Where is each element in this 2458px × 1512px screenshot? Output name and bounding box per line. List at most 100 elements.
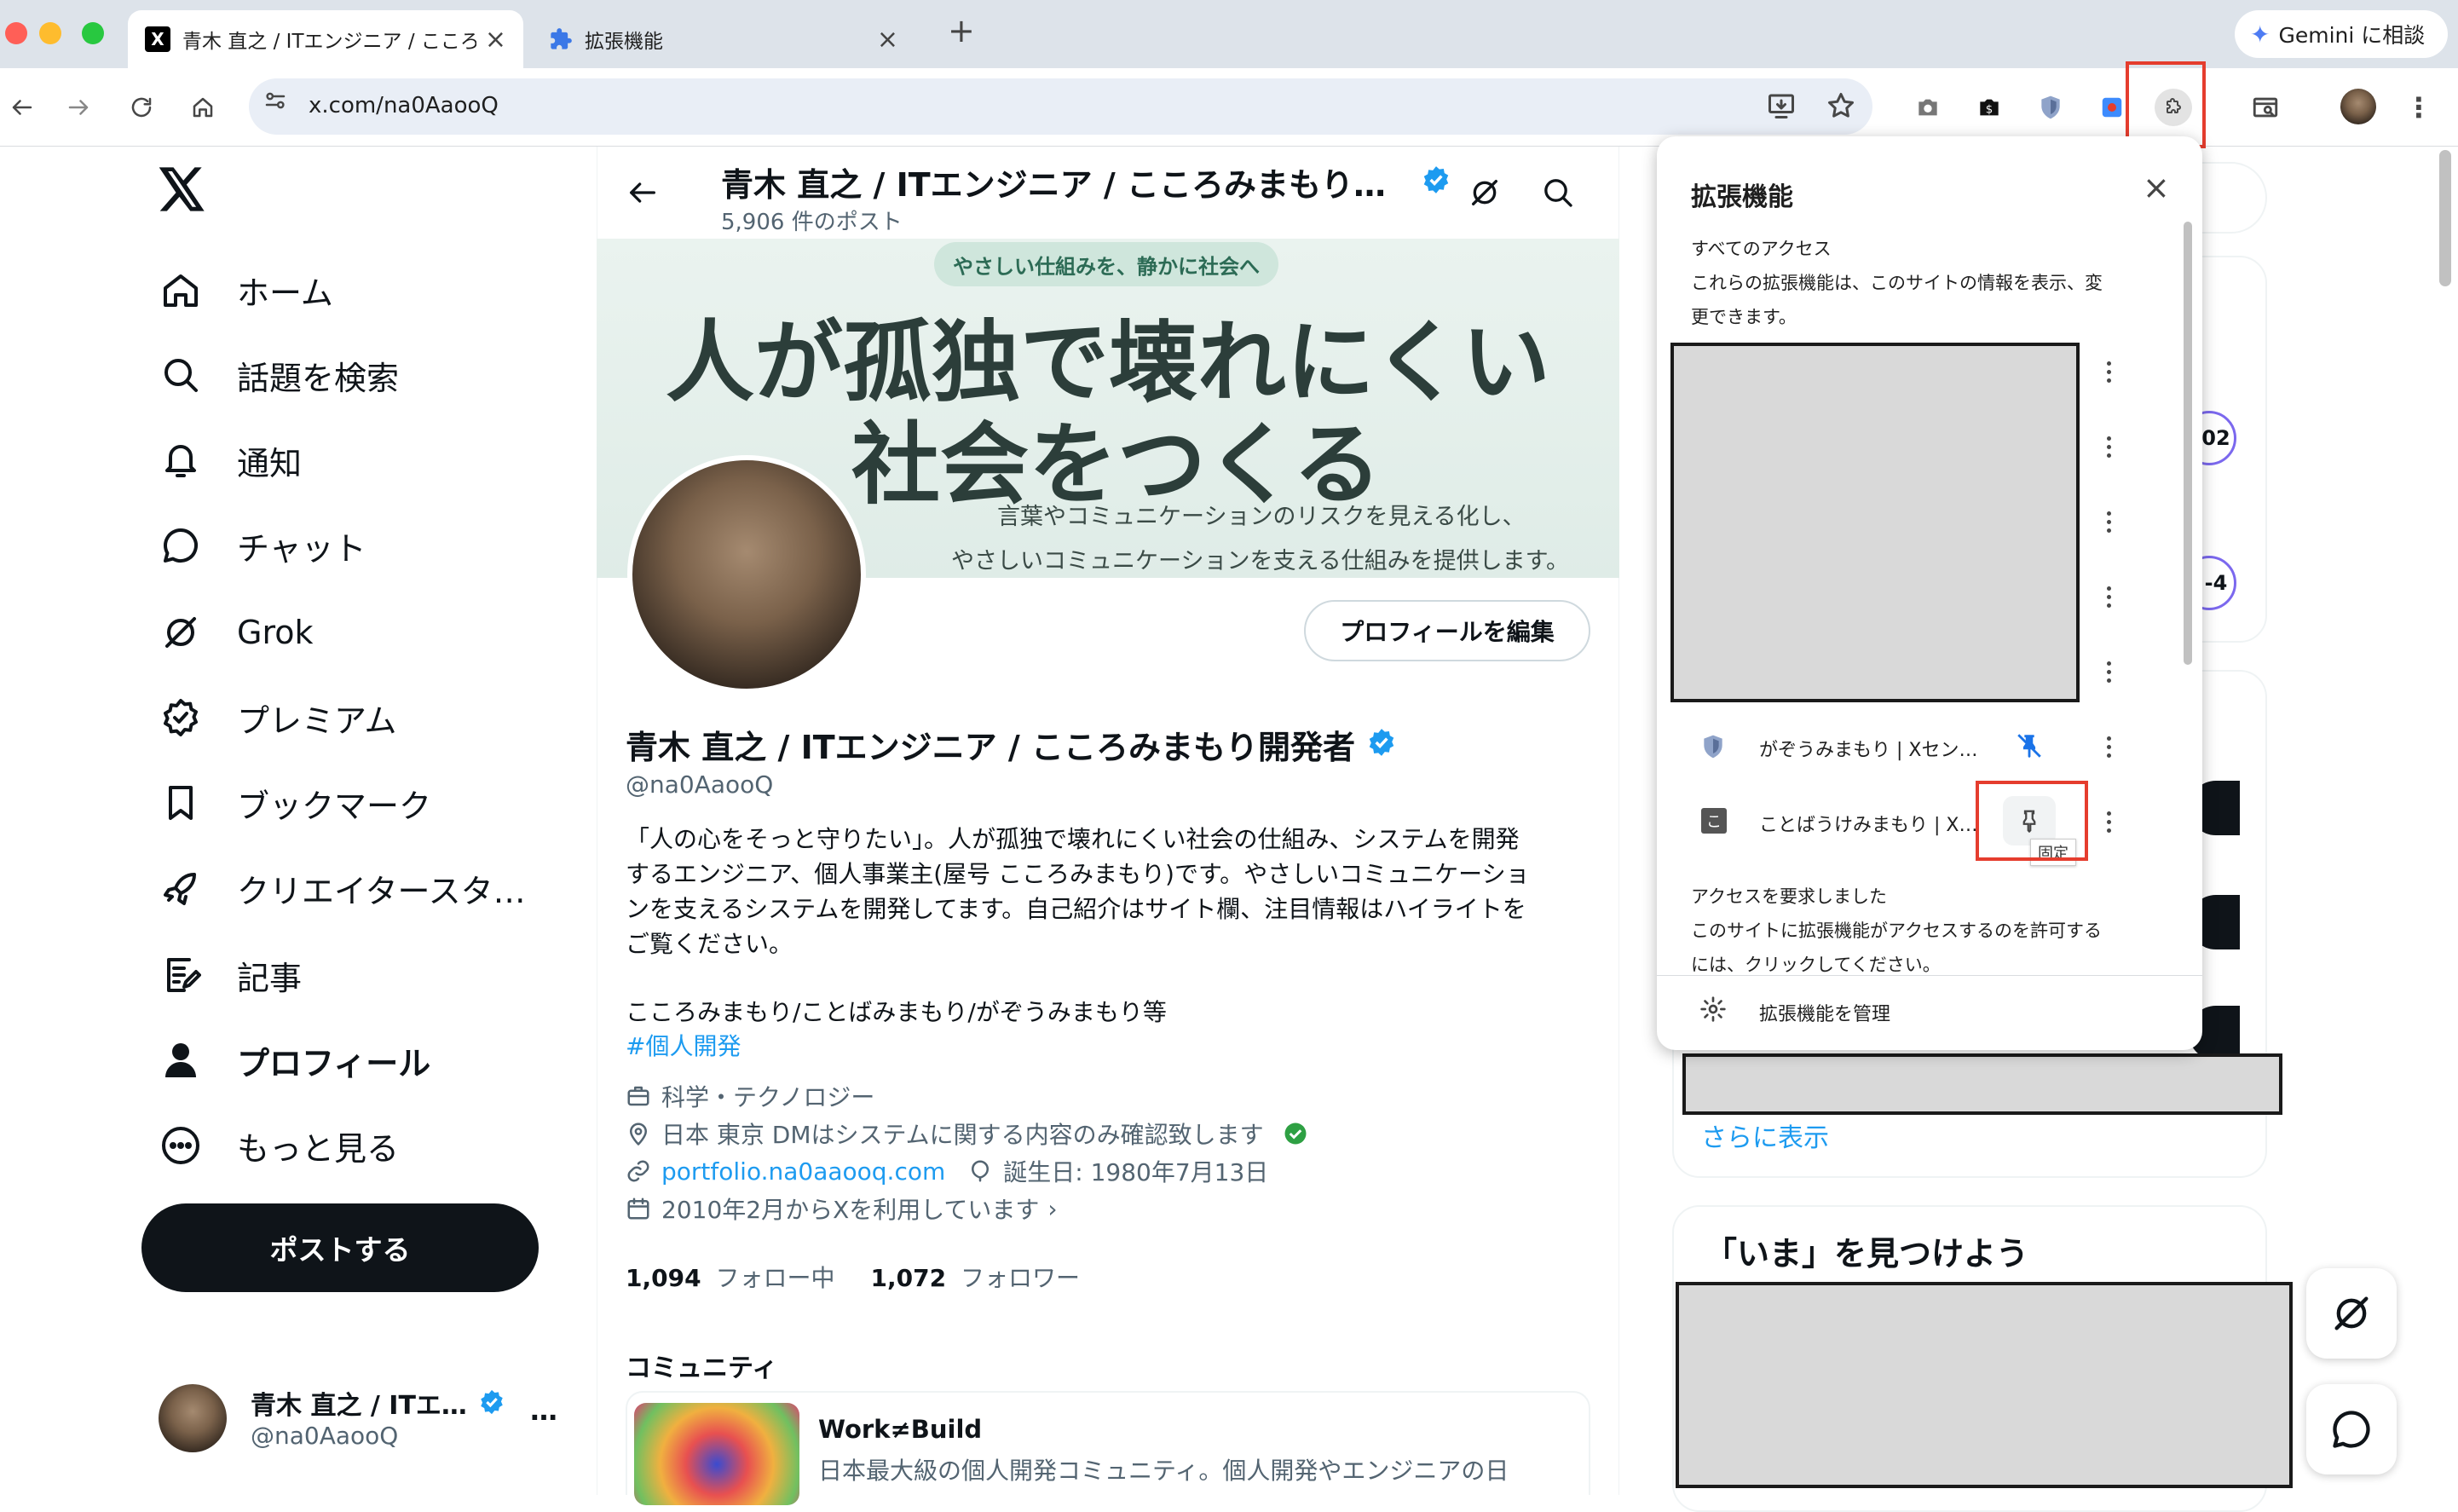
nav-grok[interactable]: Grok — [160, 607, 314, 658]
gemini-button[interactable]: ✦ Gemini に相談 — [2235, 10, 2448, 58]
bookmark-star-icon[interactable] — [1826, 90, 1856, 121]
extension-item-kotoba[interactable]: こ ことばうけみまもり | X… — [1657, 796, 2168, 847]
bio-line: ンを支えるシステムを開発してます。自己紹介はサイト欄、注目情報はハイライトを — [626, 895, 1526, 923]
bio-line: 「人の心をそっと守りたい」。人が孤独で壊れにくい社会の仕組み、システムを開発 — [626, 825, 1520, 853]
extension-menu-icon[interactable] — [2100, 805, 2117, 839]
shield-extension-icon[interactable] — [2032, 89, 2069, 126]
new-tab-button[interactable]: + — [948, 12, 975, 49]
popup-divider — [1657, 975, 2202, 976]
full-access-heading: すべてのアクセス — [1691, 239, 1832, 259]
close-popup-icon[interactable]: × — [2143, 169, 2170, 206]
briefcase-icon — [627, 1086, 649, 1106]
dollar-extension-icon[interactable]: $ — [1970, 89, 2008, 126]
post-button[interactable]: ポストする — [141, 1203, 539, 1292]
bio-hashtag-link[interactable]: #個人開発 — [626, 1028, 741, 1062]
chat-icon — [2333, 1411, 2370, 1448]
bio-line: するエンジニア、個人事業主(屋号 こころみまもり)です。やさしいコミュニケーショ — [626, 860, 1530, 888]
account-switcher[interactable]: 青木 直之 / ITエ… @na0AaooQ … — [159, 1381, 568, 1466]
nav-chat[interactable]: チャット — [160, 520, 366, 571]
community-name: Work≠Build — [818, 1415, 983, 1444]
tab-x-profile[interactable]: X 青木 直之 / ITエンジニア / こころみまもり開発者 (@na0Aaoo… — [128, 10, 523, 68]
verified-badge-icon — [1369, 729, 1394, 756]
extension-item-gazou[interactable]: がぞうみまもり | Xセン… — [1657, 721, 2168, 772]
minimize-window-button[interactable] — [39, 22, 61, 44]
following-label: フォロー中 — [715, 1264, 835, 1292]
x-logo-icon[interactable] — [159, 167, 206, 211]
community-card[interactable]: Work≠Build 日本最大級の個人開発コミュニティ。個人開発やエンジニアの日 — [626, 1391, 1590, 1505]
extension-menu-icon[interactable] — [2100, 580, 2117, 614]
person-icon — [165, 1043, 196, 1077]
nav-notifications[interactable]: 通知 — [160, 435, 302, 486]
redacted-extension-list — [1670, 343, 2080, 702]
nav-explore[interactable]: 話題を検索 — [160, 349, 399, 401]
nav-label: プロフィール — [237, 1044, 431, 1082]
home-icon — [164, 274, 198, 307]
account-more-icon[interactable]: … — [530, 1394, 557, 1427]
community-image — [634, 1403, 799, 1505]
account-avatar — [159, 1384, 227, 1452]
profile-avatar[interactable] — [2340, 89, 2376, 124]
install-app-icon[interactable] — [1766, 90, 1797, 121]
reload-button[interactable] — [123, 89, 160, 126]
extension-menu-icon[interactable] — [2100, 355, 2117, 389]
extension-menu-icon[interactable] — [2100, 430, 2117, 464]
kotoba-extension-icon: こ — [1701, 808, 1727, 834]
address-bar[interactable]: x.com/na0AaooQ — [249, 78, 1872, 135]
browser-toolbar: x.com/na0AaooQ $ ⋮ — [0, 68, 2458, 147]
grok-float-button[interactable] — [2306, 1268, 2397, 1359]
forward-button[interactable] — [60, 89, 97, 126]
browser-menu-icon[interactable]: ⋮ — [2400, 89, 2438, 126]
nav-more[interactable]: もっと見る — [160, 1120, 399, 1171]
popup-title: 拡張機能 — [1691, 182, 1793, 212]
nav-articles[interactable]: 記事 — [160, 949, 302, 1001]
nav-label: 記事 — [237, 959, 303, 997]
tab-extensions[interactable]: 拡張機能 × — [532, 10, 915, 68]
highlight-extensions-button — [2126, 61, 2206, 148]
nav-bookmarks[interactable]: ブックマーク — [160, 777, 431, 828]
back-arrow-icon — [12, 100, 32, 115]
followers-link[interactable]: 1,072 フォロワー — [871, 1260, 1081, 1294]
bell-icon — [165, 445, 196, 477]
popup-scrollbar[interactable] — [2184, 222, 2192, 665]
highlight-pin-button — [1976, 781, 2088, 861]
nav-creator-studio[interactable]: クリエイタースタ… — [160, 863, 526, 914]
svg-text:$: $ — [1986, 104, 1993, 117]
nav-profile[interactable]: プロフィール — [160, 1035, 430, 1086]
extension-menu-icon[interactable] — [2100, 730, 2117, 764]
manage-extensions-label: 拡張機能を管理 — [1759, 1004, 1891, 1025]
site-info-icon[interactable] — [263, 88, 288, 113]
close-tab-icon[interactable]: × — [877, 25, 898, 55]
tab-search-icon[interactable] — [2247, 89, 2284, 126]
page-scrollbar[interactable] — [2439, 150, 2451, 286]
close-tab-icon[interactable]: × — [485, 25, 506, 55]
puzzle-favicon-icon — [551, 28, 572, 49]
chevron-right-icon[interactable]: › — [1047, 1195, 1057, 1223]
explore-heading: 「いま」を見つけよう — [1705, 1235, 2029, 1273]
home-button[interactable] — [184, 89, 222, 126]
manage-extensions-link[interactable]: 拡張機能を管理 — [1657, 980, 2202, 1042]
following-link[interactable]: 1,094 フォロー中 — [626, 1260, 835, 1294]
profile-avatar-large[interactable] — [627, 455, 866, 694]
redacted-block — [1676, 1282, 2293, 1488]
chat-float-button[interactable] — [2306, 1384, 2397, 1474]
header-post-count: 5,906 件のポスト — [721, 210, 903, 235]
nav-premium[interactable]: プレミアム — [160, 692, 396, 743]
nav-label: ホーム — [237, 274, 333, 312]
zoom-window-button[interactable] — [82, 22, 104, 44]
back-button[interactable] — [3, 89, 41, 126]
profile-website-link[interactable]: portfolio.na0aaooq.com — [661, 1157, 945, 1186]
grok-header-icon[interactable] — [1468, 176, 1502, 210]
back-arrow-icon[interactable] — [626, 176, 660, 210]
edit-profile-button[interactable]: プロフィールを編集 — [1304, 600, 1590, 661]
rocket-icon — [164, 873, 196, 905]
extension-menu-icon[interactable] — [2100, 655, 2117, 689]
nav-home[interactable]: ホーム — [160, 264, 333, 315]
close-window-button[interactable] — [5, 22, 27, 44]
camera-extension-icon[interactable] — [1909, 89, 1947, 126]
unpin-icon[interactable] — [2015, 731, 2044, 760]
extension-menu-icon[interactable] — [2100, 505, 2117, 539]
full-access-description: 更できます。 — [1691, 307, 1797, 327]
show-more-link[interactable]: さらに表示 — [1701, 1117, 1829, 1154]
search-header-icon[interactable] — [1541, 176, 1575, 210]
profile-location: 日本 東京 DMはシステムに関する内容のみ確認致します — [661, 1121, 1264, 1149]
